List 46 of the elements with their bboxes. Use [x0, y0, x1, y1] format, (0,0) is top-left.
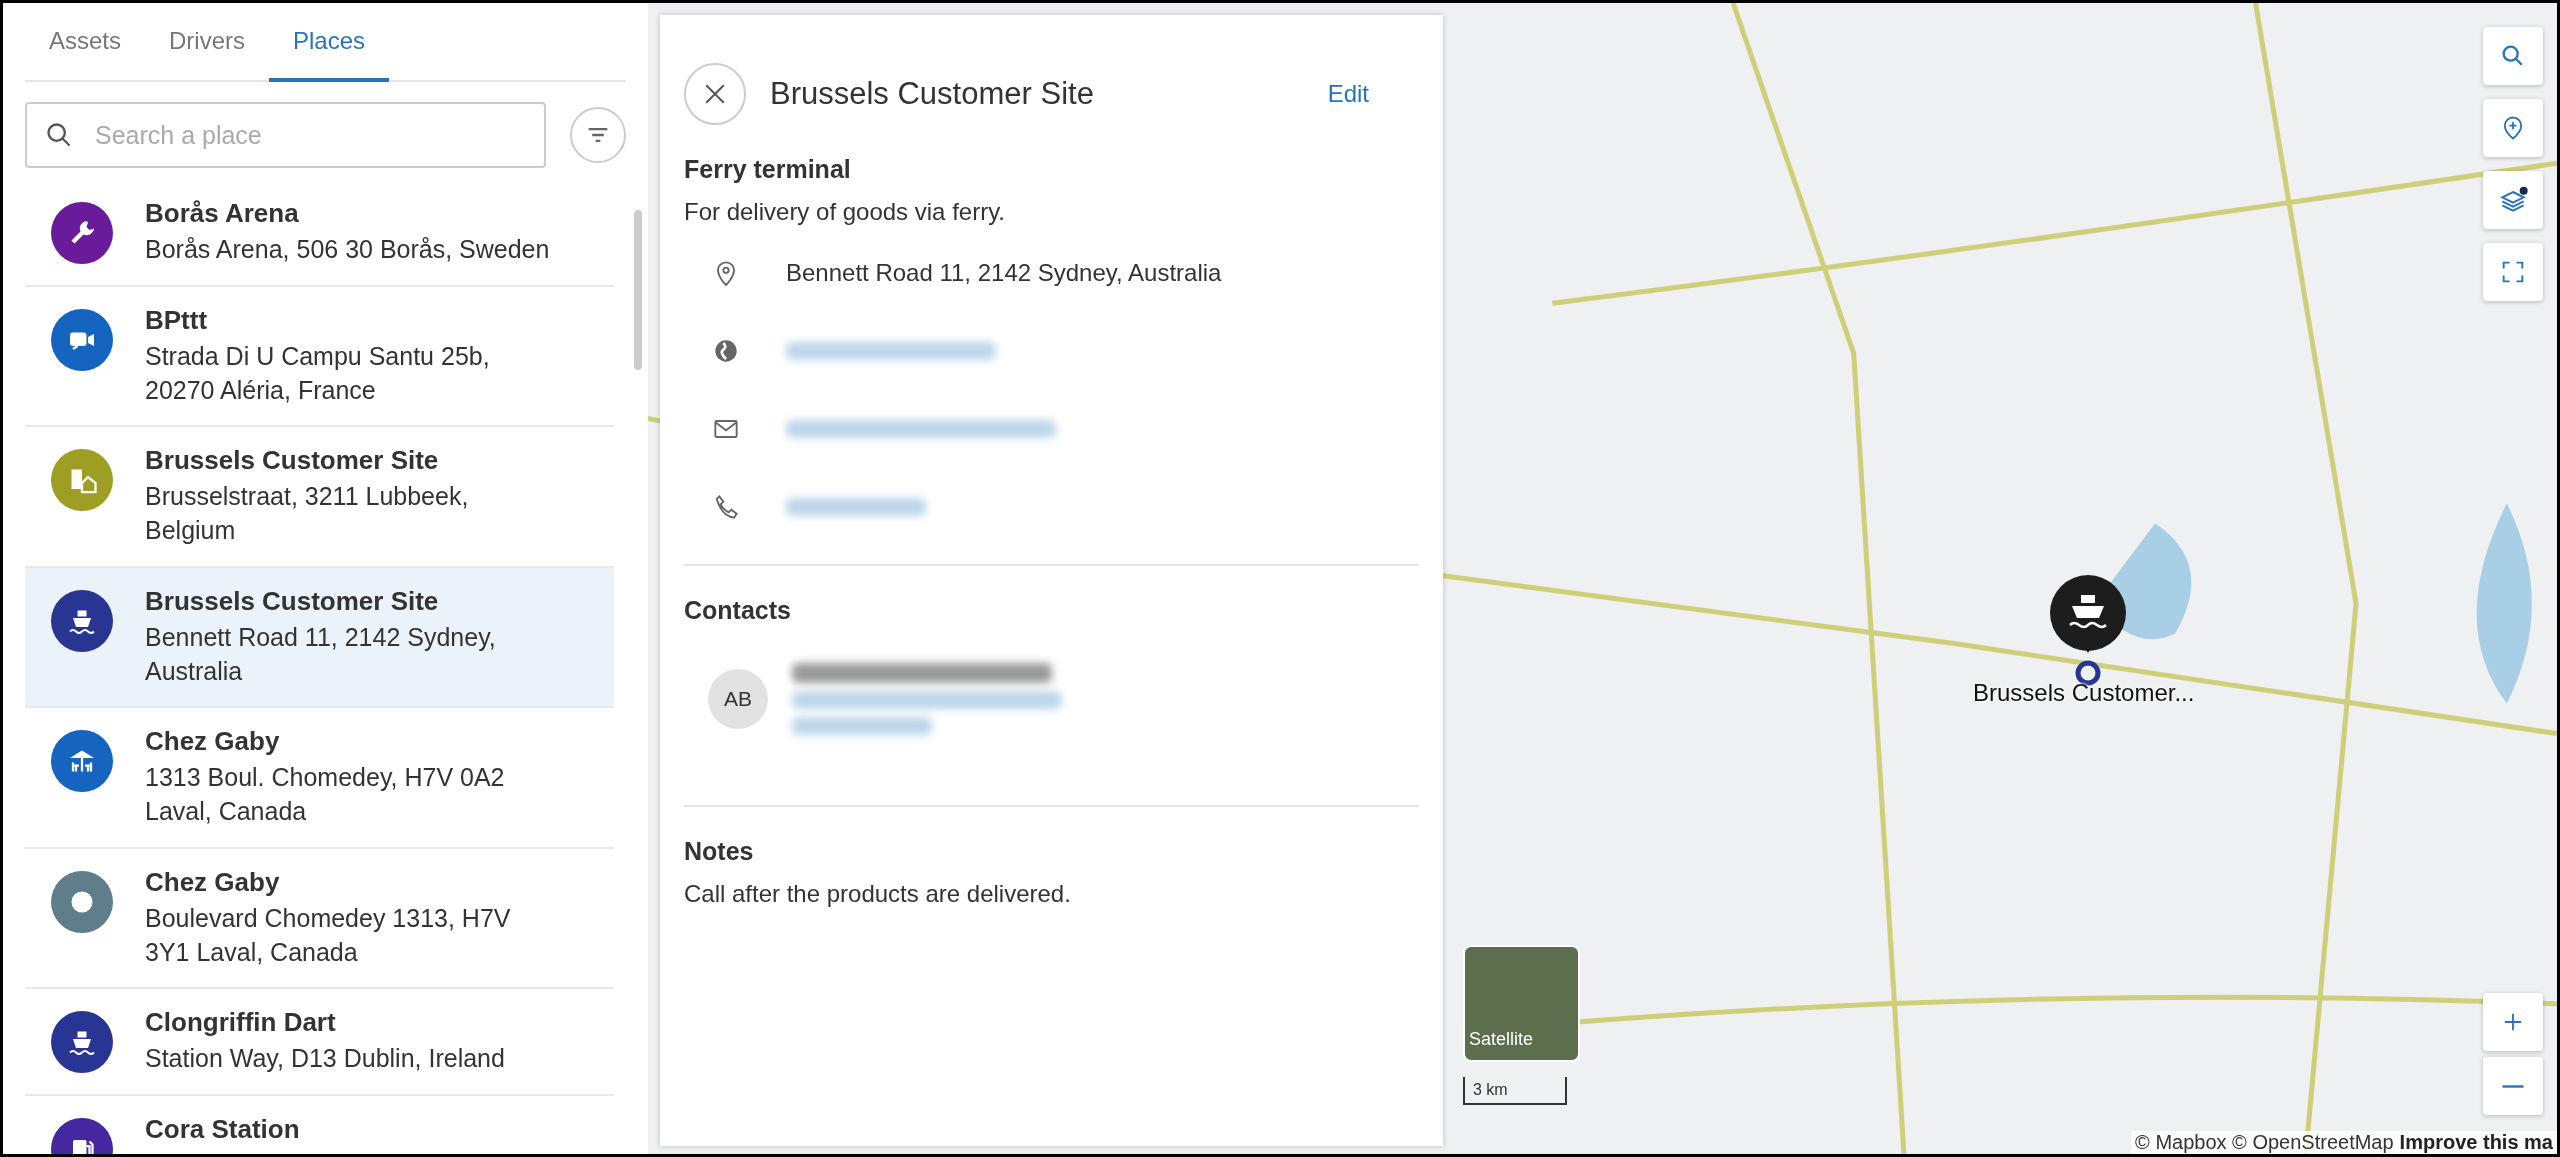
address-text: Bennett Road 11, 2142 Sydney, Australia — [786, 259, 1222, 287]
search-icon — [45, 121, 73, 149]
category-heading: Ferry terminal — [684, 155, 852, 184]
place-name: Borås Arena — [145, 198, 300, 229]
notes-text: Call after the products are delivered. — [684, 880, 1072, 908]
tab[interactable]: Places — [269, 3, 390, 82]
filter-button[interactable] — [570, 107, 626, 163]
contacts-heading: Contacts — [684, 596, 792, 625]
scale-bar: 3 km — [1463, 1077, 1567, 1105]
satellite-toggle[interactable]: Satellite — [1463, 945, 1580, 1062]
place-item[interactable]: BPttt Strada Di U Campu Santu 25b, 20270 Aléria, France — [25, 286, 614, 428]
place-address: 1313 Boul. Chomedey, H7V 0A2 Laval, Canada — [145, 762, 506, 827]
place-address: Brusselstraat, 3211 Lubbeek, Belgium — [145, 481, 470, 546]
place-name: Cora Station — [145, 1114, 300, 1145]
place-name: Brussels Customer Site — [145, 445, 440, 477]
place-name: Brussels Customer Site — [145, 585, 440, 617]
edit-link[interactable]: Edit — [1327, 80, 1369, 108]
marker-label: Brussels Customer... — [1973, 679, 2195, 707]
place-address: Strada Di U Campu Santu 25b, 20270 Aléria, France — [145, 340, 491, 406]
place-item[interactable]: Clongriffin Dart Station Way, D13 Dublin, Ireland — [25, 989, 614, 1096]
place-name: BPttt — [145, 304, 209, 336]
attribution-text: © Mapbox © OpenStreetMap — [2135, 1131, 2394, 1154]
avatar: AB — [708, 669, 768, 729]
search-field[interactable]: Search a place — [25, 102, 546, 168]
place-name: Clongriffin Dart — [145, 1007, 337, 1039]
place-item[interactable]: Brussels Customer Site Bennett Road 11, 2142 Sydney, Australia — [25, 567, 614, 709]
place-item[interactable]: Cora Station — [25, 1096, 614, 1154]
place-address: Station Way, D13 Dublin, Ireland — [145, 1043, 505, 1075]
tab[interactable]: Drivers — [145, 3, 270, 82]
place-name: Chez Gaby — [145, 726, 281, 758]
place-title: Brussels Customer Site — [770, 76, 1095, 112]
description-text: For delivery of goods via ferry. — [684, 198, 1006, 226]
place-address: Boulevard Chomedey 1313, H7V 3Y1 Laval, Canada — [145, 902, 512, 968]
place-item[interactable]: Borås Arena Borås Arena, 506 30 Borås, Sweden — [25, 180, 614, 287]
place-item[interactable]: Chez Gaby 1313 Boul. Chomedey, H7V 0A2 Laval, Canada — [25, 708, 614, 849]
tab[interactable]: Assets — [25, 3, 146, 82]
place-name: Chez Gaby — [145, 866, 281, 898]
place-item[interactable]: Chez Gaby Boulevard Chomedey 1313, H7V 3Y1 Laval, Canada — [25, 848, 614, 990]
minus-icon — [2501, 1084, 2525, 1088]
search-button[interactable] — [2483, 27, 2543, 85]
notes-heading: Notes — [684, 837, 755, 866]
add-location-button[interactable] — [2483, 99, 2543, 157]
place-address: Borås Arena, 506 30 Borås, Sweden — [145, 234, 550, 265]
improve-map-link[interactable]: Improve this ma — [2399, 1131, 2553, 1154]
place-address: Bennett Road 11, 2142 Sydney, Australia — [145, 621, 497, 687]
layers-button[interactable] — [2483, 171, 2543, 229]
